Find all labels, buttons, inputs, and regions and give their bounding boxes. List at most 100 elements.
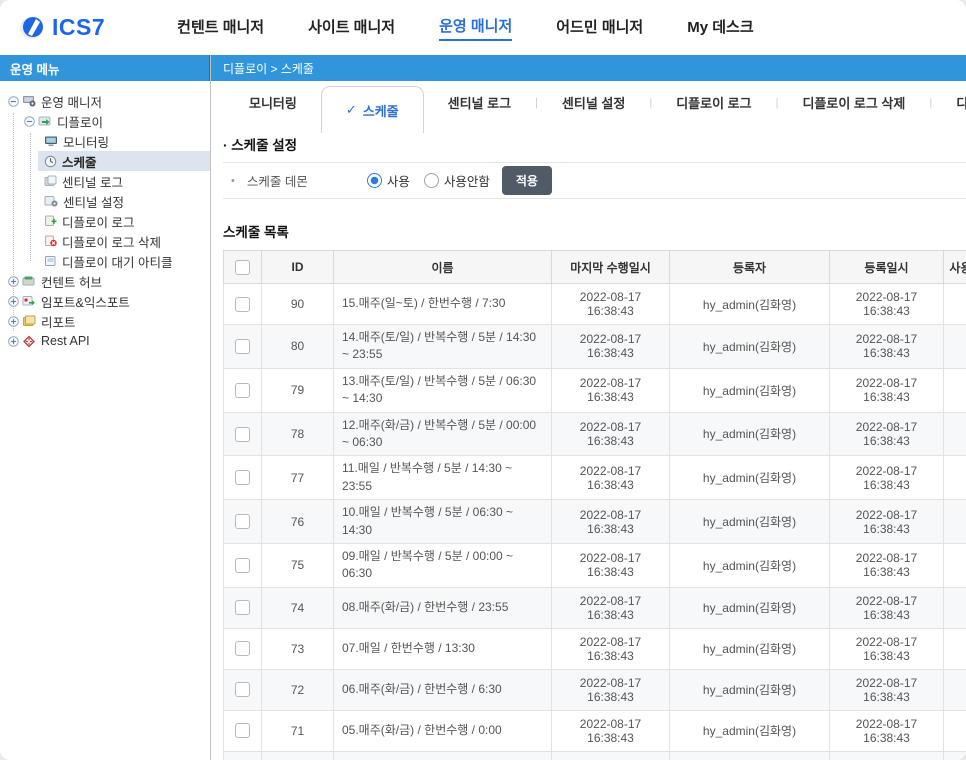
row-reg-date: 2022-08-17 16:38:43 <box>830 284 944 325</box>
check-icon: ✓ <box>346 102 357 118</box>
sidebar-tree: 운영 매니저디플로이모니터링스케줄센티널 로그센티널 설정디플로이 로그디플로이… <box>0 81 210 760</box>
row-id: 80 <box>262 325 334 369</box>
radio-icon[interactable] <box>424 173 439 188</box>
schedule-daemon-row: • 스케줄 데몬 사용사용안함 적용 <box>223 162 966 199</box>
row-name: 12.매주(화/금) / 반복수행 / 5분 / 00:00 ~ 06:30 <box>334 412 552 456</box>
radio-icon[interactable] <box>367 173 382 188</box>
table-body: 9015.매주(일~토) / 한번수행 / 7:302022-08-17 16:… <box>224 284 966 760</box>
sidebar-item-11[interactable]: 리포트 <box>0 311 210 331</box>
sidebar-item-12[interactable]: Rest API <box>0 331 210 351</box>
sidebar-item-2[interactable]: 모니터링 <box>0 131 210 151</box>
row-checkbox[interactable] <box>235 558 250 573</box>
table-row: 7307.매일 / 한번수행 / 13:302022-08-17 16:38:4… <box>224 628 966 669</box>
sidebar-item-5[interactable]: 센티널 설정 <box>0 191 210 211</box>
expand-icon[interactable] <box>8 296 19 307</box>
sidebar-item-1[interactable]: 디플로이 <box>0 111 210 131</box>
nav-item-4[interactable]: My 데스크 <box>687 16 753 40</box>
row-reg-date: 2022-08-17 16:38:43 <box>830 456 944 500</box>
row-name: 08.매주(화/금) / 한번수행 / 23:55 <box>334 587 552 628</box>
row-checkbox[interactable] <box>235 470 250 485</box>
row-name: 06.매주(화/금) / 한번수행 / 6:30 <box>334 669 552 710</box>
table-row: 9015.매주(일~토) / 한번수행 / 7:302022-08-17 16:… <box>224 284 966 325</box>
tab-5[interactable]: 디플로이 로그 삭제 <box>778 93 929 112</box>
tab-label: 센티널 설정 <box>562 93 625 112</box>
rest-api-icon <box>22 335 36 348</box>
collapse-icon[interactable] <box>8 96 19 107</box>
content-area: 스케줄 설정 • 스케줄 데몬 사용사용안함 적용 스케줄 목록 ID이름마지막… <box>211 124 966 760</box>
sidebar-item-label: 센티널 로그 <box>62 172 123 191</box>
row-id: 71 <box>262 710 334 751</box>
row-checkbox-cell <box>224 628 262 669</box>
radio-label: 사용안함 <box>444 171 490 190</box>
row-checkbox[interactable] <box>235 682 250 697</box>
row-id: 77 <box>262 456 334 500</box>
tab-6[interactable]: 디플로이 대기 아티클 <box>932 93 966 112</box>
row-name: 04.매일 / 한번수행 / 23:55 <box>334 751 552 760</box>
sidebar-item-label: 디플로이 로그 <box>62 212 134 231</box>
table-row: 7408.매주(화/금) / 한번수행 / 23:552022-08-17 16… <box>224 587 966 628</box>
expand-icon[interactable] <box>8 276 19 287</box>
row-id: 79 <box>262 368 334 412</box>
expand-icon[interactable] <box>8 316 19 327</box>
app-logo: ICS7 <box>18 14 105 42</box>
logo-icon <box>18 14 46 42</box>
row-checkbox-cell <box>224 368 262 412</box>
row-name: 07.매일 / 한번수행 / 13:30 <box>334 628 552 669</box>
tab-3[interactable]: 센티널 설정 <box>538 93 649 112</box>
row-checkbox-cell <box>224 587 262 628</box>
row-last-run: 2022-08-17 16:38:43 <box>552 284 670 325</box>
select-all-checkbox[interactable] <box>235 260 250 275</box>
nav-item-2[interactable]: 운영 매니저 <box>439 15 512 41</box>
sidebar-item-9[interactable]: 컨텐트 허브 <box>0 271 210 291</box>
row-name: 10.매일 / 반복수행 / 5분 / 06:30 ~ 14:30 <box>334 500 552 544</box>
sidebar-item-7[interactable]: 디플로이 로그 삭제 <box>0 231 210 251</box>
collapse-icon[interactable] <box>24 116 35 127</box>
tab-1[interactable]: ✓스케줄 <box>321 86 424 133</box>
header-checkbox-cell <box>224 251 262 284</box>
row-checkbox[interactable] <box>235 383 250 398</box>
row-id: 73 <box>262 628 334 669</box>
tab-2[interactable]: 센티널 로그 <box>424 93 535 112</box>
sidebar-item-10[interactable]: 임포트&익스포트 <box>0 291 210 311</box>
tab-0[interactable]: 모니터링 <box>225 93 321 112</box>
table-row: 7610.매일 / 반복수행 / 5분 / 06:30 ~ 14:302022-… <box>224 500 966 544</box>
app-window: ICS7 컨텐트 매니저사이트 매니저운영 매니저어드민 매니저My 데스크 운… <box>0 0 966 760</box>
row-id: 76 <box>262 500 334 544</box>
schedule-daemon-label: 스케줄 데몬 <box>247 171 367 190</box>
row-use <box>944 751 966 760</box>
apply-button[interactable]: 적용 <box>502 166 552 195</box>
nav-item-0[interactable]: 컨텐트 매니저 <box>177 16 264 40</box>
sidebar-item-8[interactable]: 디플로이 대기 아티클 <box>0 251 210 271</box>
row-checkbox[interactable] <box>235 600 250 615</box>
nav-item-3[interactable]: 어드민 매니저 <box>556 16 643 40</box>
row-checkbox[interactable] <box>235 427 250 442</box>
row-id: 90 <box>262 284 334 325</box>
row-checkbox[interactable] <box>235 339 250 354</box>
sidebar-item-3[interactable]: 스케줄 <box>0 151 210 171</box>
sidebar-item-label: 디플로이 <box>57 112 103 131</box>
daemon-radio-option-0[interactable]: 사용 <box>367 171 410 190</box>
tab-4[interactable]: 디플로이 로그 <box>652 93 775 112</box>
sidebar-item-4[interactable]: 센티널 로그 <box>0 171 210 191</box>
row-checkbox[interactable] <box>235 641 250 656</box>
row-registrant: hy_admin(김화영) <box>670 412 830 456</box>
sidebar-item-0[interactable]: 운영 매니저 <box>0 91 210 111</box>
daemon-radio-option-1[interactable]: 사용안함 <box>424 171 490 190</box>
row-checkbox[interactable] <box>235 297 250 312</box>
row-registrant: hy_admin(김화영) <box>670 628 830 669</box>
row-registrant: hy_admin(김화영) <box>670 325 830 369</box>
row-checkbox-cell <box>224 325 262 369</box>
table-row: 7105.매주(화/금) / 한번수행 / 0:002022-08-17 16:… <box>224 710 966 751</box>
row-last-run: 2022-08-17 16:38:43 <box>552 325 670 369</box>
row-reg-date: 2022-08-17 16:38:43 <box>830 751 944 760</box>
row-checkbox[interactable] <box>235 723 250 738</box>
nav-item-1[interactable]: 사이트 매니저 <box>308 16 395 40</box>
sidebar-item-6[interactable]: 디플로이 로그 <box>0 211 210 231</box>
row-registrant: hy_admin(김화영) <box>670 587 830 628</box>
row-registrant: hy_admin(김화영) <box>670 500 830 544</box>
sidebar-item-label: 디플로이 대기 아티클 <box>62 252 172 271</box>
row-name: 14.매주(토/일) / 반복수행 / 5분 / 14:30 ~ 23:55 <box>334 325 552 369</box>
expand-icon[interactable] <box>8 336 19 347</box>
settings-doc-icon <box>44 195 58 207</box>
row-checkbox[interactable] <box>235 514 250 529</box>
